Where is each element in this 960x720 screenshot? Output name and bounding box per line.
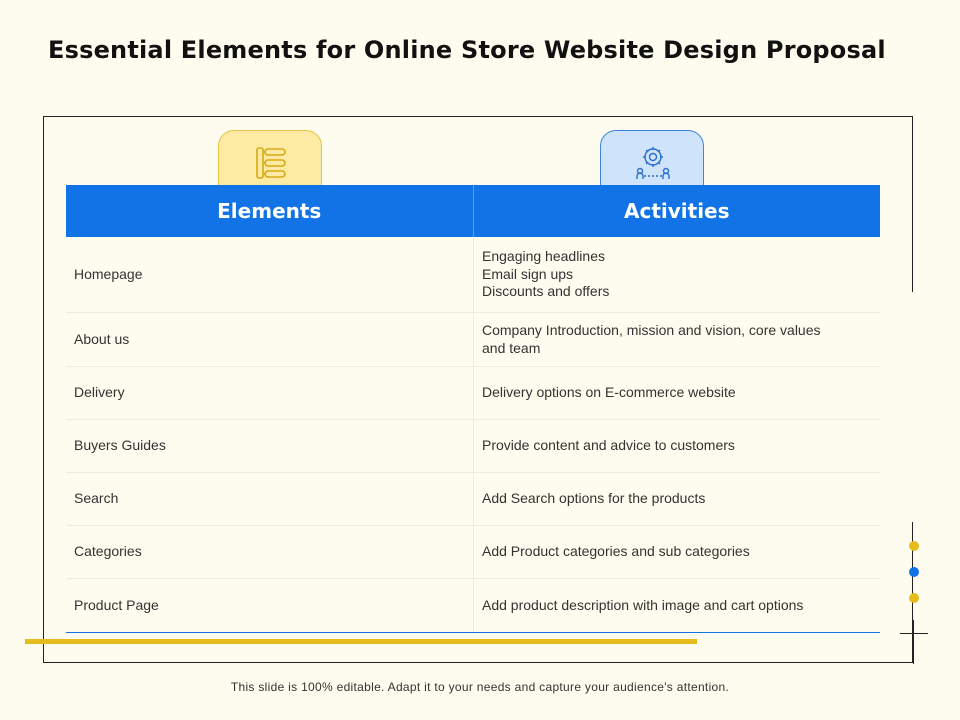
activity-line: Email sign ups [482,265,574,282]
activity-line: and team [482,339,541,356]
decor-dot-yellow-2 [909,593,919,603]
activity-line: Engaging headlines [482,248,605,265]
table-row: Homepage Engaging headlines Email sign u… [66,237,880,313]
element-cell: Buyers Guides [74,437,166,454]
decor-dot-yellow-1 [909,541,919,551]
table-row: Buyers Guides Provide content and advice… [66,420,880,473]
element-cell: Search [74,490,119,507]
table-row: Product Page Add product description wit… [66,579,880,633]
element-cell: Product Page [74,596,159,613]
element-cell: Homepage [74,265,143,282]
element-cell: About us [74,330,130,347]
elements-activities-table: Elements Activities Homepage Engaging he… [66,185,880,633]
accent-bar [25,639,697,644]
decor-dot-blue [909,567,919,577]
activity-cell: Delivery options on E-commerce website [473,367,880,419]
table-row: Search Add Search options for the produc… [66,473,880,526]
activity-cell: Add product description with image and c… [473,579,880,632]
header-elements: Elements [217,199,322,223]
table-row: Delivery Delivery options on E-commerce … [66,367,880,420]
elements-icon-tab [218,130,322,192]
table-row: About us Company Introduction, mission a… [66,313,880,367]
corner-mark-horizontal [900,633,928,634]
activity-cell: Add Product categories and sub categorie… [473,526,880,578]
element-cell: Categories [74,543,142,560]
list-hierarchy-icon [256,147,286,179]
gear-people-icon [636,147,670,179]
activity-cell: Engaging headlines Email sign ups Discou… [473,237,880,312]
activities-icon-tab [600,130,704,192]
activity-cell: Company Introduction, mission and vision… [473,313,880,366]
footer-note: This slide is 100% editable. Adapt it to… [230,680,730,694]
table-row: Categories Add Product categories and su… [66,526,880,579]
page-title: Essential Elements for Online Store Webs… [48,36,886,64]
header-activities: Activities [472,185,881,237]
corner-mark-vertical [913,620,914,664]
activity-line: Discounts and offers [482,283,610,300]
activity-line: Company Introduction, mission and vision… [482,322,821,338]
element-cell: Delivery [74,384,125,401]
frame-gap [903,292,917,522]
activity-cell: Provide content and advice to customers [473,420,880,472]
table-header: Elements Activities [66,185,880,237]
activity-cell: Add Search options for the products [473,473,880,525]
